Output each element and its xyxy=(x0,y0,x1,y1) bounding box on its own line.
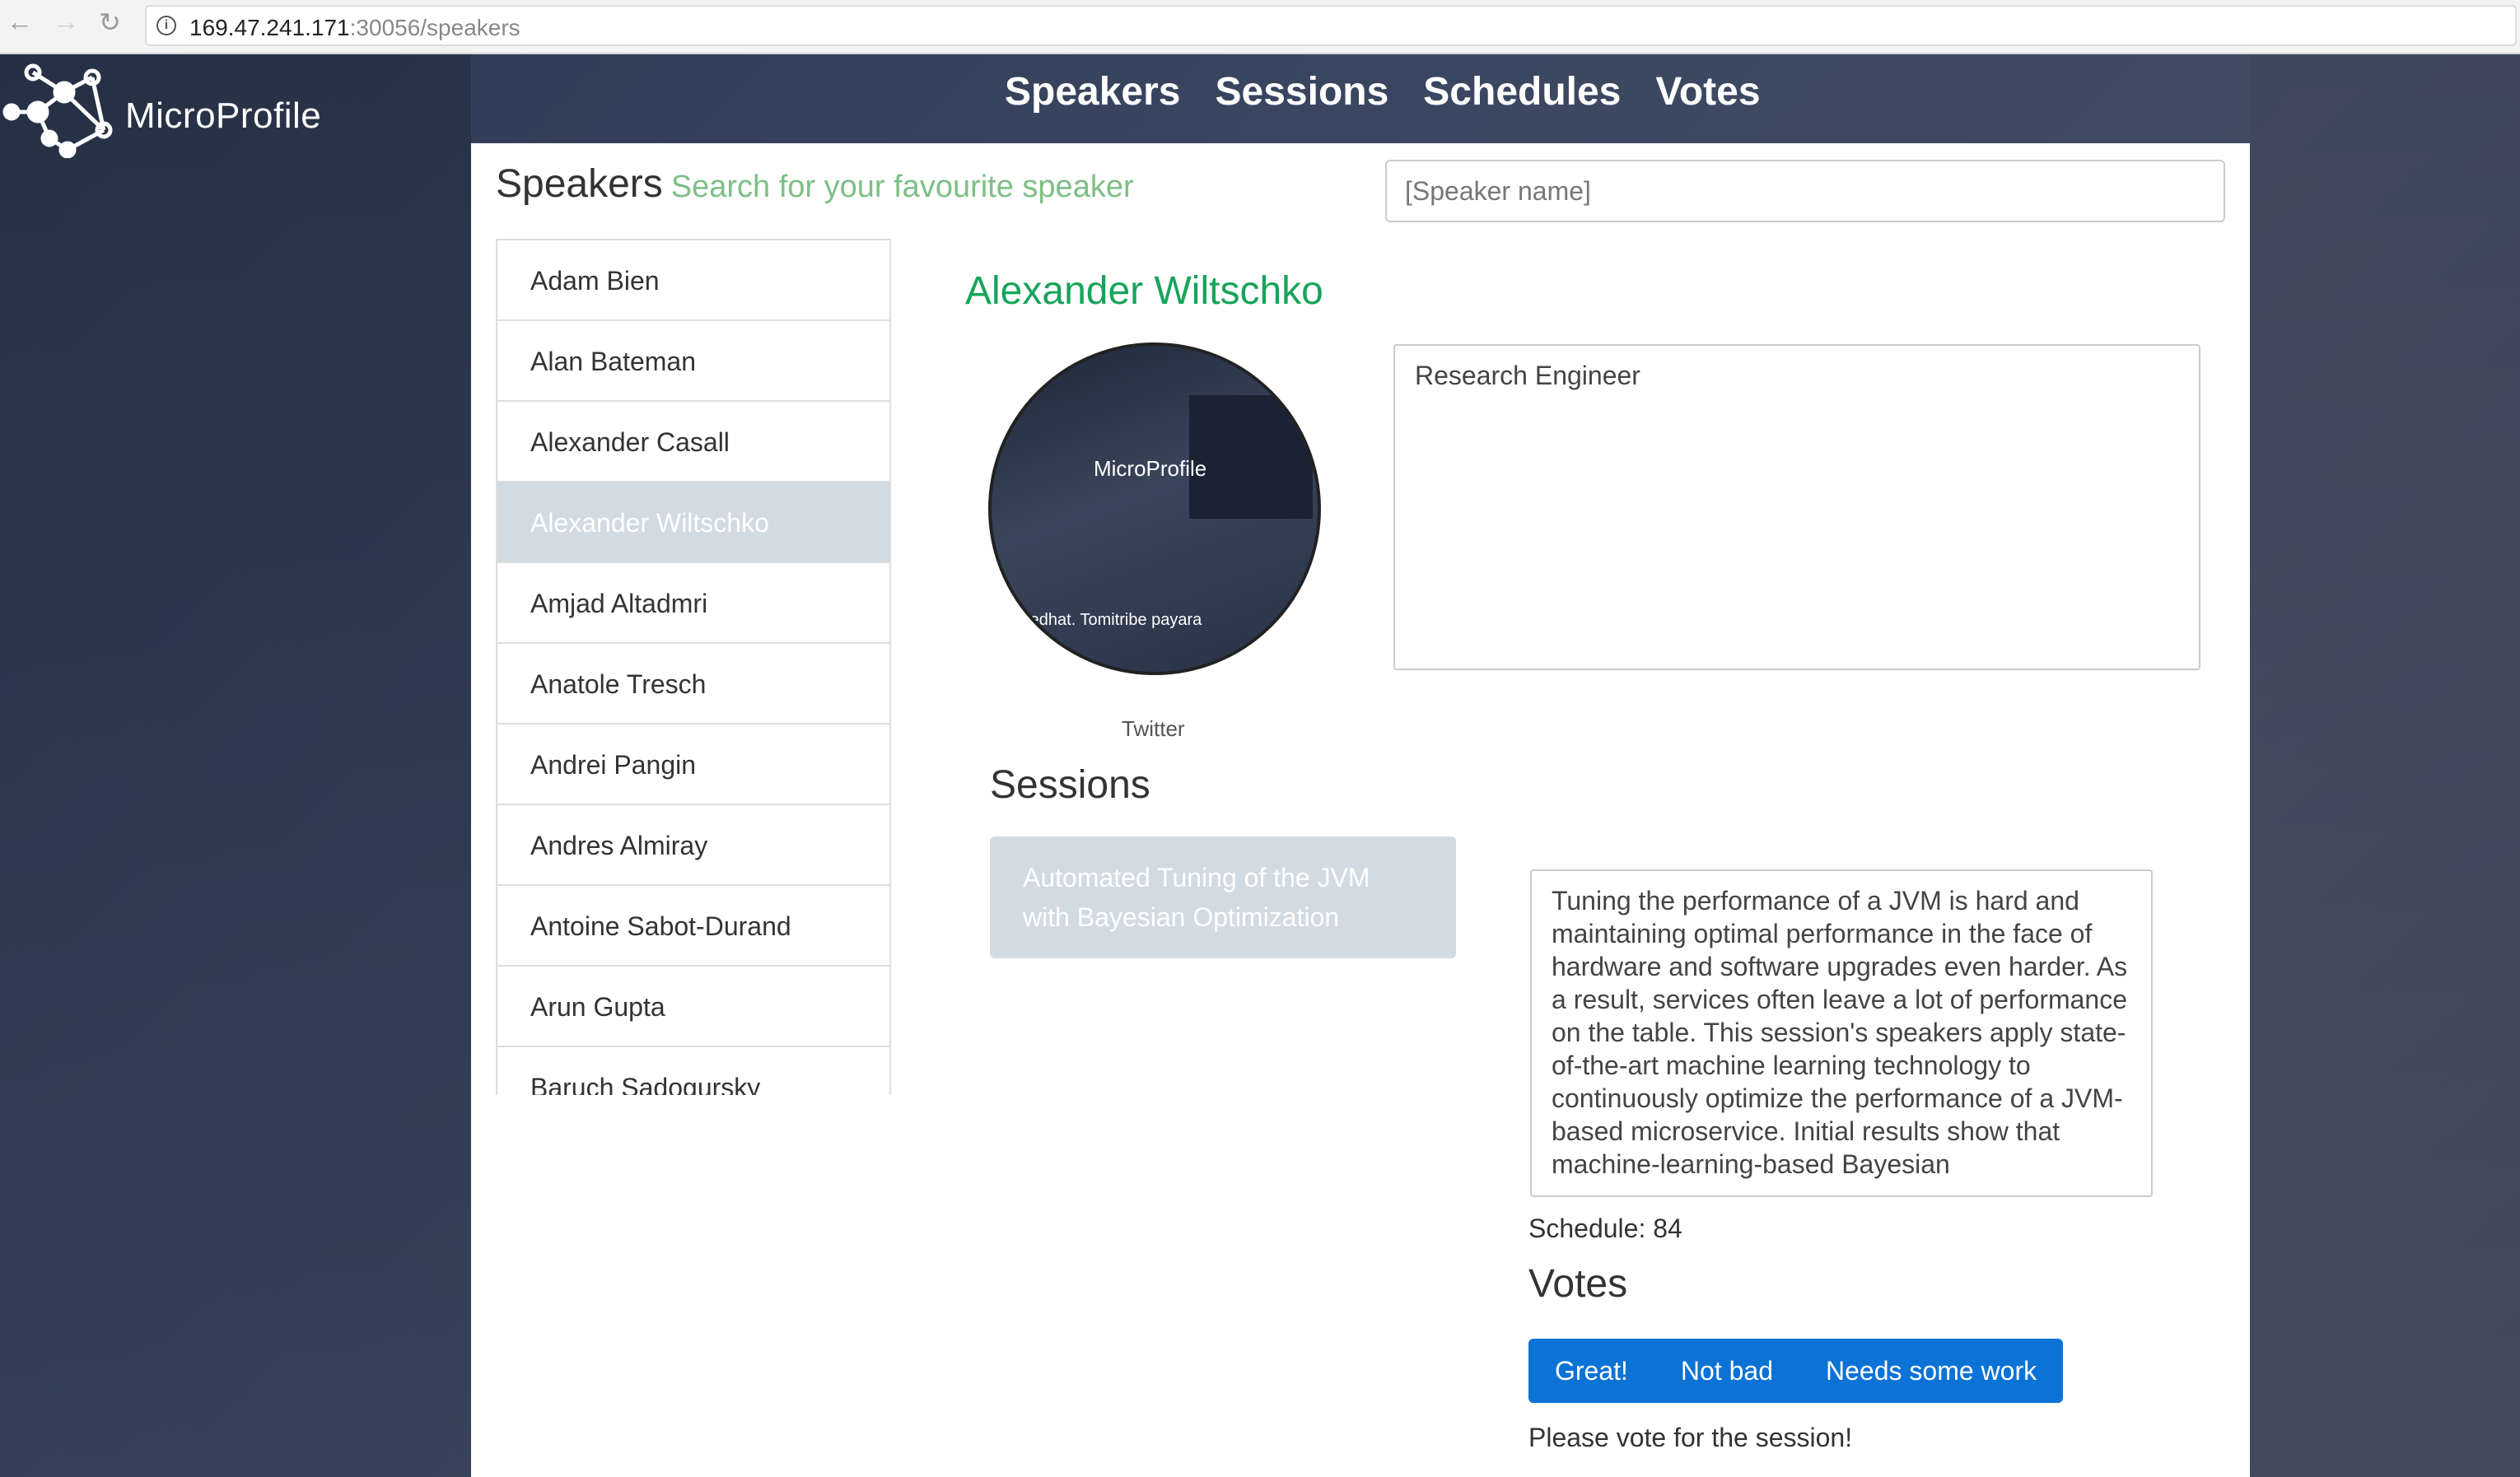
microprofile-network-icon xyxy=(2,63,113,158)
speaker-list-item[interactable]: Andrei Pangin xyxy=(497,725,889,805)
speaker-list-item[interactable]: Adam Bien xyxy=(497,240,889,321)
speaker-list-item[interactable]: Baruch Sadogursky xyxy=(497,1047,889,1095)
vote-needs-work-button[interactable]: Needs some work xyxy=(1799,1339,2063,1403)
page-title: Speakers Search for your favourite speake… xyxy=(496,161,1134,207)
speaker-list-item[interactable]: Antoine Sabot-Durand xyxy=(497,886,889,967)
sessions-heading: Sessions xyxy=(990,763,1150,807)
page-title-text: Speakers xyxy=(496,162,663,206)
content-panel: Speakers Search for your favourite speake… xyxy=(471,143,2250,1477)
nav-votes[interactable]: Votes xyxy=(1655,69,1760,114)
nav-speakers[interactable]: Speakers xyxy=(1005,69,1181,114)
speaker-list-item[interactable]: Alan Bateman xyxy=(497,321,889,402)
session-description-textarea[interactable]: Tuning the performance of a JVM is hard … xyxy=(1530,869,2153,1197)
forward-arrow-icon[interactable]: → xyxy=(53,7,79,37)
reload-icon[interactable]: ↻ xyxy=(99,7,121,38)
speaker-list-item-selected[interactable]: Alexander Wiltschko xyxy=(497,482,889,563)
speaker-bio-textarea[interactable]: Research Engineer xyxy=(1393,344,2200,670)
nav-schedules[interactable]: Schedules xyxy=(1423,69,1621,114)
address-bar[interactable]: i 169.47.241.171:30056/speakers xyxy=(145,5,2517,46)
url-host: 169.47.241.171 xyxy=(189,15,350,40)
main-nav: Speakers Sessions Schedules Votes xyxy=(1005,69,1761,114)
photo-logo-text: MicroProfile xyxy=(1094,456,1207,481)
brand-logo[interactable]: MicroProfile xyxy=(0,59,346,158)
vote-not-bad-button[interactable]: Not bad xyxy=(1654,1339,1799,1403)
session-schedule: Schedule: 84 xyxy=(1528,1214,1682,1243)
vote-great-button[interactable]: Great! xyxy=(1528,1339,1654,1403)
browser-toolbar: ← → ↻ i 169.47.241.171:30056/speakers xyxy=(0,0,2520,54)
back-arrow-icon[interactable]: ← xyxy=(7,7,33,37)
speaker-photo: MicroProfile redhat. Tomitribe payara xyxy=(988,342,1321,675)
speaker-name-heading: Alexander Wiltschko xyxy=(965,269,1323,313)
info-icon[interactable]: i xyxy=(156,16,176,35)
speaker-list-item[interactable]: Amjad Altadmri xyxy=(497,563,889,644)
twitter-link[interactable]: Twitter xyxy=(1122,716,1185,742)
page-subtitle: Search for your favourite speaker xyxy=(670,170,1134,204)
url-text: 169.47.241.171:30056/speakers xyxy=(189,15,520,41)
background-left-photo xyxy=(0,54,471,1477)
background-right-photo xyxy=(2250,54,2520,1477)
speaker-list-item[interactable]: Andres Almiray xyxy=(497,805,889,886)
speaker-list-item[interactable]: Arun Gupta xyxy=(497,967,889,1047)
votes-heading: Votes xyxy=(1528,1262,1628,1306)
url-path: :30056/speakers xyxy=(349,15,520,40)
vote-button-group: Great! Not bad Needs some work xyxy=(1528,1339,2064,1403)
photo-sponsors-text: redhat. Tomitribe payara xyxy=(1024,611,1202,629)
vote-message: Please vote for the session! xyxy=(1528,1423,1853,1452)
brand-name: MicroProfile xyxy=(125,96,322,136)
speaker-search-input[interactable] xyxy=(1385,160,2225,222)
speaker-list[interactable]: Adam Bien Alan Bateman Alexander Casall … xyxy=(496,239,891,1095)
photo-monitor xyxy=(1189,395,1313,519)
speaker-list-item[interactable]: Anatole Tresch xyxy=(497,644,889,725)
nav-sessions[interactable]: Sessions xyxy=(1216,69,1389,114)
session-button[interactable]: Automated Tuning of the JVM with Bayesia… xyxy=(990,836,1456,958)
speaker-list-item[interactable]: Alexander Casall xyxy=(497,402,889,482)
